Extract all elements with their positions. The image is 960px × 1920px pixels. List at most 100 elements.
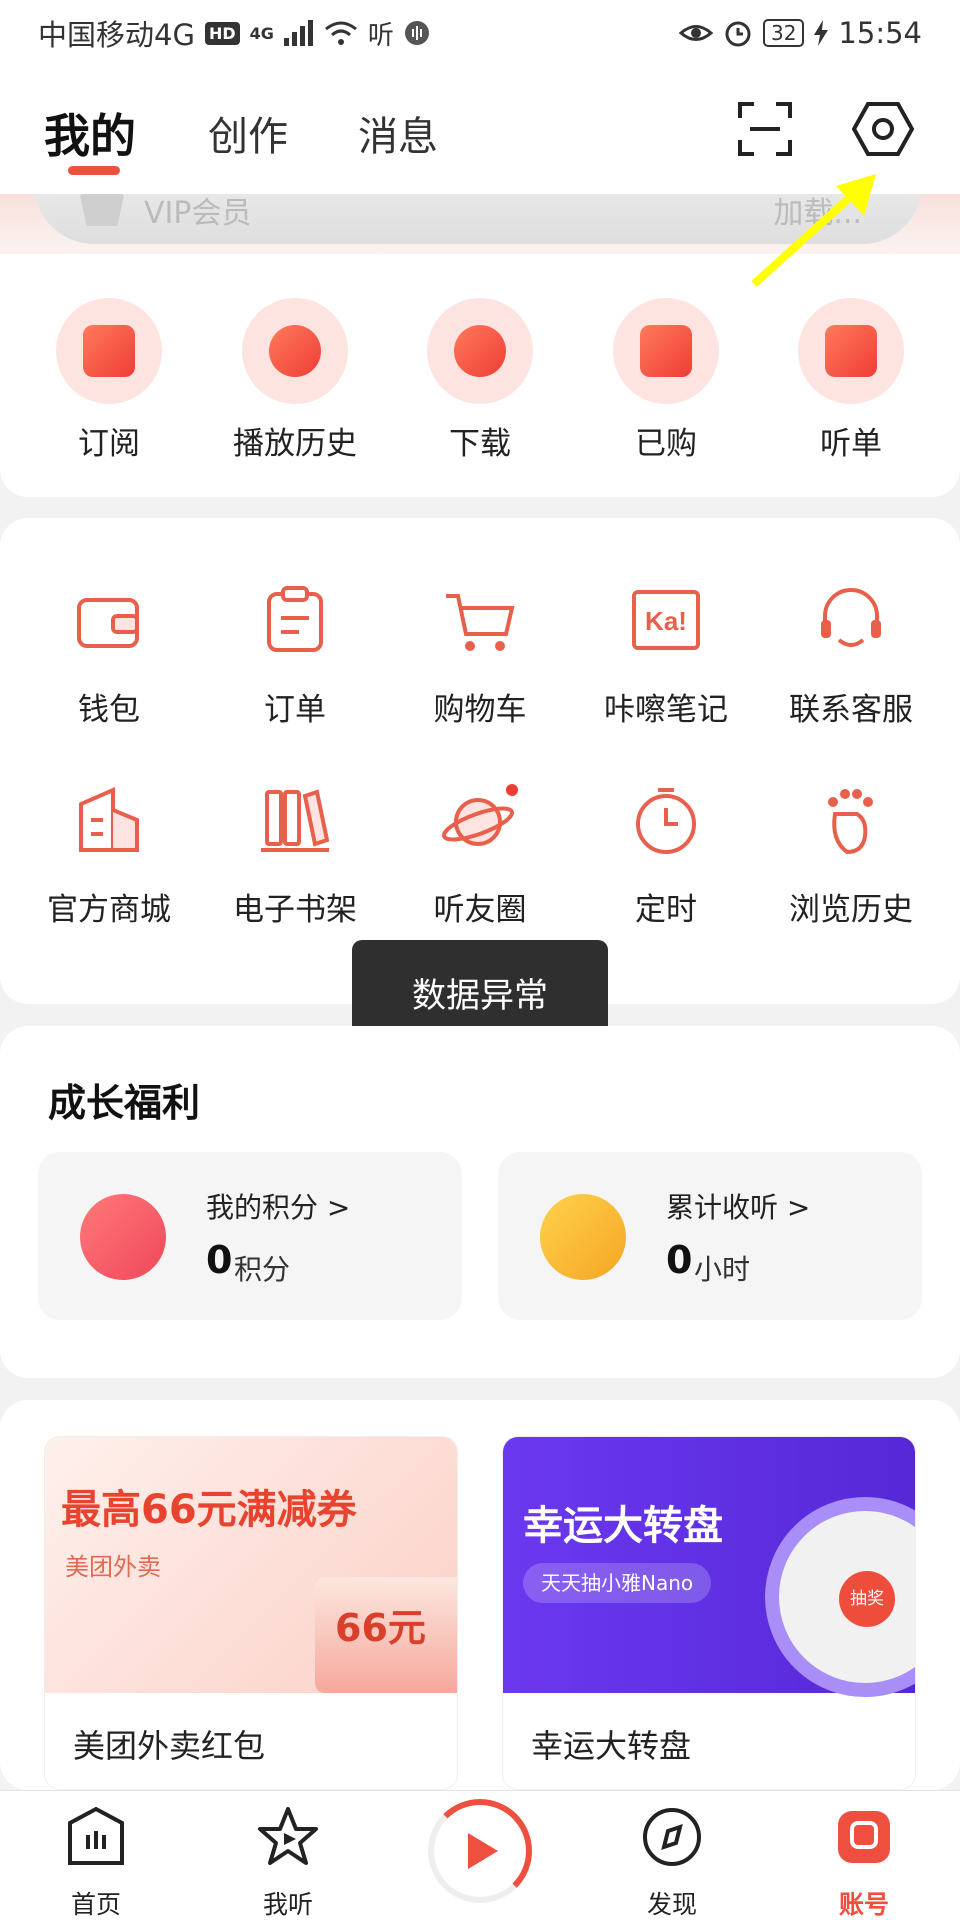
carrier-text: 中国移动4G [38,18,195,52]
grid-item-timer[interactable]: 定时 [573,780,759,929]
grid-item-browse-history[interactable]: 浏览历史 [758,780,944,929]
svg-text:Ka!: Ka! [645,606,687,636]
quick-item-history[interactable]: 播放历史 [202,298,388,463]
hd-badge: HD [204,21,240,45]
quick-item-label: 播放历史 [233,426,357,462]
listen-time-unit: 小时 [694,1253,751,1286]
nav-label: 发现 [646,1890,697,1919]
scan-icon [738,102,792,156]
listen-time-label: 累计收听 > [666,1191,811,1224]
gift-icon [80,1194,166,1280]
wheel-center: 抽奖 [839,1571,895,1627]
promo-headline: 最高66元满减券 [61,1487,357,1533]
feature-grid-card: 钱包 订单 购物车 Ka! 咔嚓笔记 联系客服 官方商城 电子书架 听友圈 定时… [0,518,960,1004]
settings-icon [851,102,915,156]
listen-time-card[interactable]: 累计收听 > 0 小时 [498,1152,922,1320]
wifi-icon [324,21,357,45]
nav-discover[interactable]: 发现 [612,1805,732,1920]
grid-item-wallet[interactable]: 钱包 [16,580,202,729]
nav-my-listen[interactable]: 我听 [228,1805,348,1920]
grid-item-label: 官方商城 [47,892,171,928]
section-title: 成长福利 [48,1081,201,1125]
clock-text: 15:54 [838,16,922,50]
discover-icon [643,1808,701,1866]
grid-item-bookshelf[interactable]: 电子书架 [202,780,388,929]
points-label: 我的积分 > [206,1191,351,1224]
promo-banner: 最高66元满减券 美团外卖 66元 [45,1437,457,1693]
nav-label: 首页 [70,1890,121,1919]
home-icon [68,1806,124,1865]
bookshelf-icon [261,789,330,852]
tab-create[interactable]: 创作 [208,104,288,162]
listen-time-value: 0 [666,1238,693,1282]
account-icon [838,1811,890,1863]
player-button[interactable] [428,1799,532,1903]
alarm-icon [725,21,751,47]
promo-headline: 幸运大转盘 [523,1503,723,1549]
grid-item-order[interactable]: 订单 [202,580,388,729]
history-icon [242,298,348,404]
quick-item-label: 下载 [449,426,511,462]
grid-item-label: 听友圈 [433,892,527,928]
tab-messages[interactable]: 消息 [358,104,438,162]
grid-item-label: 联系客服 [789,692,913,728]
promo-caption: 美团外卖红包 [73,1727,266,1765]
grid-item-support[interactable]: 联系客服 [758,580,944,729]
quick-item-subscribe[interactable]: 订阅 [16,298,202,463]
grid-item-mall[interactable]: 官方商城 [16,780,202,929]
mall-icon [79,786,139,852]
grid-item-cart[interactable]: 购物车 [387,580,573,729]
vip-badge-icon [80,194,124,226]
grid-item-label: 定时 [635,892,697,928]
scan-button[interactable] [736,100,794,158]
timer-icon [636,788,696,854]
planet-icon [441,784,518,846]
grid-item-label: 订单 [264,692,326,728]
points-card[interactable]: 我的积分 > 0 积分 [38,1152,462,1320]
promo-sub: 美团外卖 [65,1553,161,1581]
promo-lucky-wheel[interactable]: 幸运大转盘 天天抽小雅Nano 抽奖 幸运大转盘 [502,1436,916,1790]
grid-item-label: 购物车 [433,692,527,728]
grid-item-friends-circle[interactable]: 听友圈 [387,780,573,929]
footprint-icon [828,789,873,855]
status-bar: 中国移动4G HD 4G 听 32 15:54 [0,0,960,66]
active-tab-indicator [68,166,120,175]
network-text: 4G [249,23,274,43]
quick-item-playlist[interactable]: 听单 [758,298,944,463]
star-play-icon [258,1807,318,1865]
voice-icon [404,21,429,45]
quick-item-label: 已购 [635,426,697,462]
play-icon [468,1833,498,1869]
nav-label: 我听 [262,1890,313,1919]
purchased-icon [613,298,719,404]
grid-item-label: 钱包 [78,692,140,728]
points-value: 0 [206,1238,233,1282]
quick-item-download[interactable]: 下载 [387,298,573,463]
subscribe-icon [56,298,162,404]
settings-button[interactable] [851,98,915,160]
grid-item-label: 咔嚓笔记 [604,692,728,728]
playlist-icon [798,298,904,404]
charging-icon [814,20,829,46]
bottom-nav: 首页 我听 发现 账号 [0,1790,960,1920]
grid-item-label: 浏览历史 [789,892,913,928]
quick-item-purchased[interactable]: 已购 [573,298,759,463]
nav-home[interactable]: 首页 [36,1805,156,1920]
quick-item-label: 订阅 [78,426,140,462]
nav-label: 账号 [838,1890,889,1919]
promo-meituan[interactable]: 最高66元满减券 美团外卖 66元 美团外卖红包 [44,1436,458,1790]
promo-section: 最高66元满减券 美团外卖 66元 美团外卖红包 幸运大转盘 天天抽小雅Nano… [0,1400,960,1790]
wallet-icon [77,598,139,648]
status-left: 中国移动4G HD 4G 听 [38,12,430,54]
battery-indicator: 32 [762,19,805,47]
points-unit: 积分 [234,1253,291,1286]
grid-item-label: 电子书架 [233,892,357,928]
planet-badge-icon [540,1194,626,1280]
listen-app-icon: 听 [367,20,394,51]
nav-account[interactable]: 账号 [804,1805,924,1920]
promo-amount: 66元 [335,1606,426,1650]
grid-item-notes[interactable]: Ka! 咔嚓笔记 [573,580,759,729]
tab-mine[interactable]: 我的 [44,100,136,166]
status-right: 32 15:54 [678,16,922,50]
notes-icon: Ka! [632,590,700,650]
